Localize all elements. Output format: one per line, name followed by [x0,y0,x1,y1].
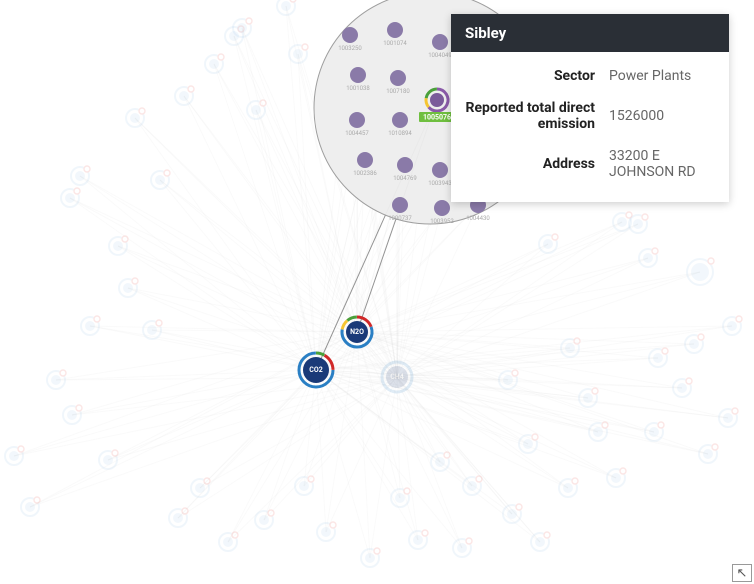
svg-text:1002386: 1002386 [353,170,377,177]
peripheral-node[interactable] [361,548,380,567]
peripheral-node[interactable] [607,468,626,487]
tooltip-row: Address 33200 E JOHNSON RD [465,140,715,188]
svg-text:1004457: 1004457 [345,130,369,137]
peripheral-node[interactable] [175,86,194,105]
tooltip-row: Sector Power Plants [465,60,715,92]
tooltip-body: Sector Power Plants Reported total direct … [451,52,729,202]
peripheral-node[interactable] [687,258,714,285]
peripheral-node[interactable] [519,434,538,453]
svg-text:1000737: 1000737 [388,215,412,222]
tooltip-key: Address [465,156,595,172]
hub-node-N2O[interactable]: N2O [342,317,372,347]
svg-text:1010894: 1010894 [388,130,412,137]
peripheral-node[interactable] [391,488,410,507]
peripheral-node[interactable] [5,446,24,465]
reset-view-icon[interactable]: ↖ [732,564,752,582]
tooltip-value: 33200 E JOHNSON RD [609,148,715,180]
svg-text:1005076: 1005076 [423,113,451,121]
tooltip-value: Power Plants [609,68,715,84]
peripheral-node[interactable] [255,510,274,529]
peripheral-node[interactable] [723,316,742,335]
peripheral-node[interactable] [531,532,550,551]
peripheral-node[interactable] [205,54,224,73]
peripheral-node[interactable] [503,504,522,523]
svg-text:CH4: CH4 [390,373,404,381]
peripheral-node[interactable] [247,100,266,119]
peripheral-node[interactable] [317,522,336,541]
hub-node-CO2[interactable]: CO2 [299,353,333,387]
peripheral-node[interactable] [559,478,578,497]
tooltip-value: 1526000 [609,108,715,124]
svg-text:N2O: N2O [350,328,364,336]
peripheral-node[interactable] [409,530,428,549]
peripheral-node[interactable] [119,278,138,297]
peripheral-node[interactable] [453,538,472,557]
peripheral-node[interactable] [109,236,128,255]
tooltip-row: Reported total direct emission 1526000 [465,92,715,140]
peripheral-node[interactable] [151,170,170,189]
peripheral-node[interactable] [81,316,100,335]
peripheral-node[interactable] [539,234,558,253]
svg-text:1004049: 1004049 [428,52,452,59]
peripheral-node[interactable] [431,452,450,471]
hub-node-CH4[interactable]: CH4 [382,362,412,392]
peripheral-node[interactable] [639,248,658,267]
svg-text:1003250: 1003250 [338,45,362,52]
node-tooltip: Sibley Sector Power Plants Reported total … [451,14,729,202]
tooltip-title: Sibley [451,14,729,52]
svg-text:1004430: 1004430 [466,215,490,222]
peripheral-node[interactable] [99,450,118,469]
svg-text:1001038: 1001038 [346,85,370,92]
tooltip-key: Sector [465,68,595,84]
peripheral-node[interactable] [645,422,664,441]
peripheral-node[interactable] [71,166,90,185]
svg-text:1004769: 1004769 [393,175,417,182]
svg-text:1001074: 1001074 [383,40,407,47]
peripheral-node[interactable] [219,532,238,551]
svg-text:1003943: 1003943 [428,180,452,187]
peripheral-node[interactable] [21,497,40,516]
svg-text:CO2: CO2 [309,366,322,374]
peripheral-node[interactable] [126,108,145,127]
svg-text:1003952: 1003952 [430,218,454,225]
peripheral-node[interactable] [169,508,188,527]
peripheral-node[interactable] [61,188,80,207]
peripheral-node[interactable] [699,444,718,463]
svg-text:1007180: 1007180 [386,88,410,95]
tooltip-key: Reported total direct emission [465,100,595,132]
